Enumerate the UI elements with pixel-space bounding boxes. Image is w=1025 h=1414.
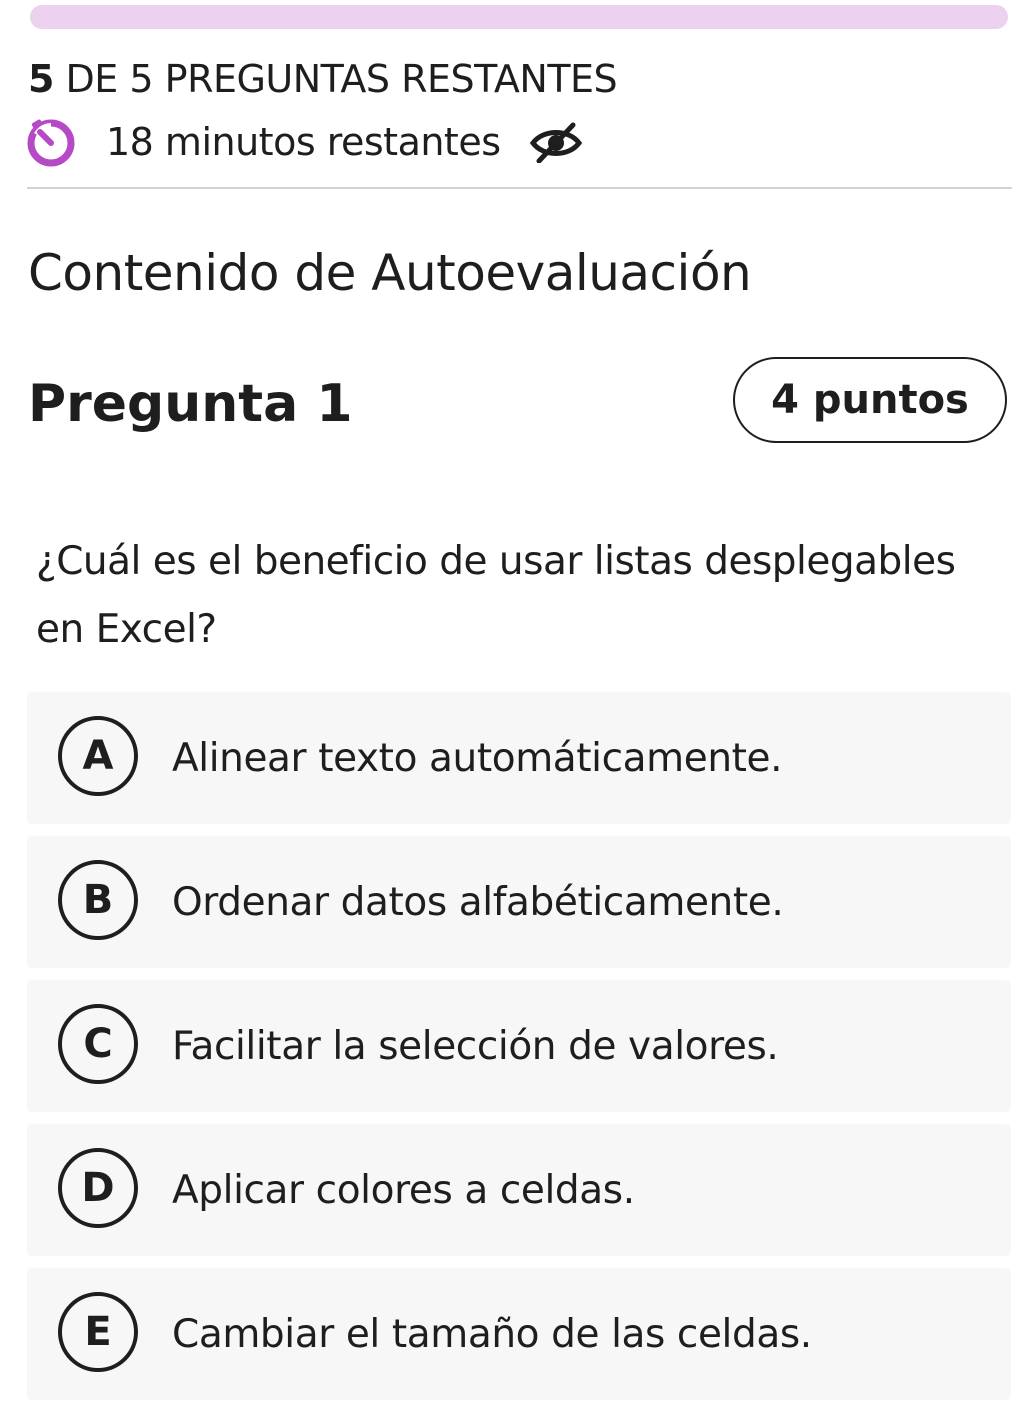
questions-remaining: 5 DE 5 PREGUNTAS RESTANTES — [28, 56, 618, 102]
timer: 18 minutos restantes — [26, 116, 583, 168]
questions-remaining-label: DE 5 PREGUNTAS RESTANTES — [65, 57, 618, 101]
header-divider — [27, 187, 1012, 189]
option-text: Alinear texto automáticamente. — [172, 735, 783, 781]
progress-bar — [30, 5, 1008, 29]
option-letter-badge: E — [58, 1292, 138, 1372]
section-title: Contenido de Autoevaluación — [28, 244, 752, 302]
answer-option-b[interactable]: B Ordenar datos alfabéticamente. — [27, 836, 1011, 968]
question-text: ¿Cuál es el beneficio de usar listas des… — [36, 539, 956, 652]
hide-timer-toggle[interactable] — [529, 121, 583, 163]
option-letter-badge: D — [58, 1148, 138, 1228]
answer-option-c[interactable]: C Facilitar la selección de valores. — [27, 980, 1011, 1112]
option-text: Cambiar el tamaño de las celdas. — [172, 1311, 812, 1357]
progress-bar-fill — [30, 5, 1008, 29]
eye-hidden-icon — [529, 122, 582, 163]
answer-option-a[interactable]: A Alinear texto automáticamente. — [27, 692, 1011, 824]
points-badge: 4 puntos — [733, 357, 1007, 443]
answer-option-d[interactable]: D Aplicar colores a celdas. — [27, 1124, 1011, 1256]
option-letter-badge: A — [58, 716, 138, 796]
timer-text: 18 minutos restantes — [106, 120, 501, 164]
question-title: Pregunta 1 — [28, 374, 353, 434]
option-text: Aplicar colores a celdas. — [172, 1167, 635, 1213]
option-letter-badge: B — [58, 860, 138, 940]
answer-option-e[interactable]: E Cambiar el tamaño de las celdas. — [27, 1268, 1011, 1400]
option-letter-badge: C — [58, 1004, 138, 1084]
option-text: Facilitar la selección de valores. — [172, 1023, 779, 1069]
questions-remaining-count: 5 — [28, 57, 54, 101]
timer-icon — [27, 119, 75, 167]
option-text: Ordenar datos alfabéticamente. — [172, 879, 784, 925]
